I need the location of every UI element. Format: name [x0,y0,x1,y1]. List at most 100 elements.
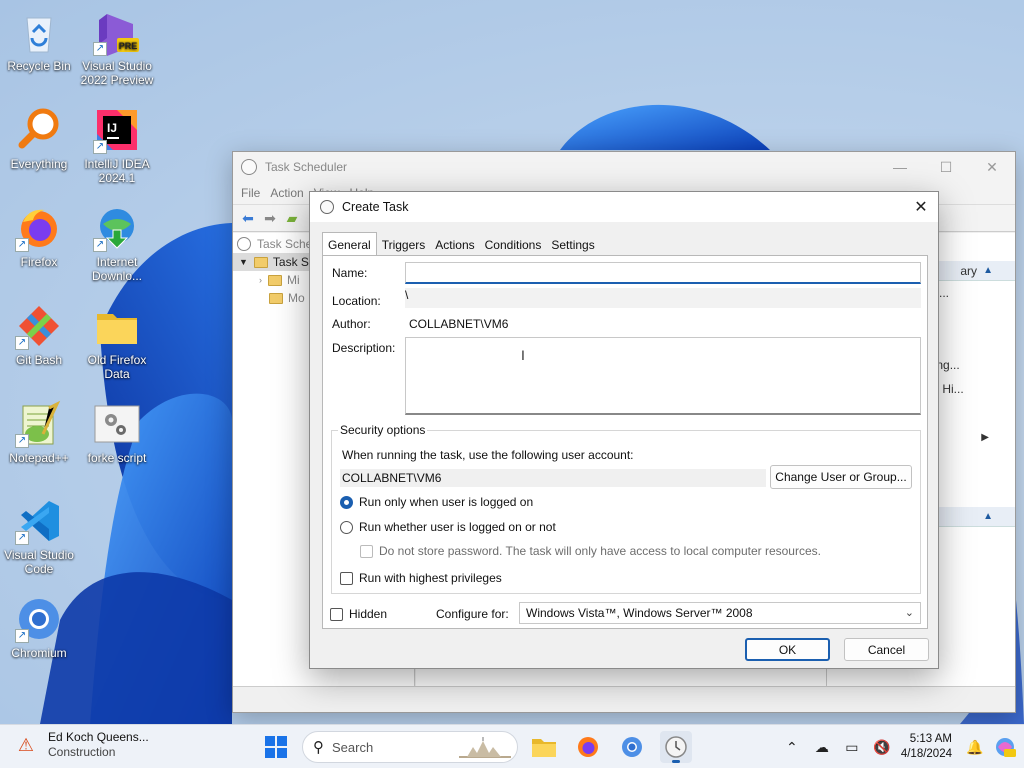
search-placeholder: Search [332,739,374,755]
dialog-titlebar[interactable]: Create Task [310,192,938,222]
desktop-icon-chromium[interactable]: ↗ Chromium [0,595,79,660]
desktop-icon-git-bash[interactable]: ↗ Git Bash [0,302,79,367]
general-tab-panel: Name: Location: \ Author: COLLABNET\VM6 … [322,255,928,629]
chevron-down-icon[interactable]: ▼ [239,257,248,267]
checkbox-label: Run with highest privileges [359,571,502,585]
desktop-icon-label: Old Firefox Data [87,353,147,381]
desktop-icon-label: IntelliJ IDEA 2024.1 [84,157,150,185]
desktop-icon-everything[interactable]: Everything [0,106,79,171]
cancel-button[interactable]: Cancel [844,638,929,661]
clock-date: 4/18/2024 [900,748,952,760]
ok-button[interactable]: OK [745,638,830,661]
close-icon: ✕ [914,199,928,216]
tree-label: Task S [272,255,309,269]
user-account-field: COLLABNET\VM6 [340,469,766,487]
minimize-button[interactable]: — [877,152,923,182]
maximize-button[interactable]: ☐ [923,152,969,182]
desktop-icon-label: Visual Studio Code [4,548,74,576]
taskbar-search[interactable]: ⚲ Search [302,731,518,763]
news-widget[interactable]: ⚠ Ed Koch Queens... Construction [14,730,149,760]
configure-for-label: Configure for: [436,607,509,621]
copilot-preview-icon[interactable] [990,732,1020,762]
desktop-icon-firefox[interactable]: ↗ Firefox [0,204,79,269]
desktop-icon-intellij[interactable]: IJ ↗ IntelliJ IDEA 2024.1 [77,106,157,185]
taskbar-file-explorer[interactable] [528,731,560,763]
security-options-title: Security options [338,423,428,437]
collapse-up-icon[interactable]: ▲ [983,511,993,522]
chevron-up-icon[interactable]: ⌃ [777,732,807,762]
checkbox-icon [330,607,343,621]
recycle-bin-icon [26,17,52,53]
shortcut-arrow-icon: ↗ [93,140,107,154]
tab-conditions[interactable]: Conditions [480,234,547,256]
news-subtitle: Construction [48,745,116,759]
desktop-icon-notepad-plus-plus[interactable]: ↗ Notepad++ [0,400,79,465]
desktop-icon-recycle-bin[interactable]: Recycle Bin [0,8,79,73]
task-scheduler-titlebar[interactable]: Task Scheduler — ☐ ✕ [233,152,1015,182]
close-button[interactable]: ✕ [969,152,1015,182]
description-input[interactable] [405,337,921,415]
author-value: COLLABNET\VM6 [409,317,509,331]
menu-file[interactable]: File [241,186,260,200]
user-account-value: COLLABNET\VM6 [342,471,442,485]
radio-run-whether-logged-on[interactable]: Run whether user is logged on or not [340,520,556,534]
desktop-icon-label: Internet Downlo... [91,255,143,283]
up-folder-icon[interactable]: ▰ [281,208,303,228]
display-icon[interactable]: ▭ [837,732,867,762]
back-arrow-icon[interactable]: ⬅ [237,208,259,228]
name-input[interactable] [405,262,921,284]
checkbox-run-highest-privileges[interactable]: Run with highest privileges [340,571,502,585]
desktop-icon-label: Notepad++ [9,451,69,465]
desktop-icon-forke-script[interactable]: forke script [77,400,157,465]
everything-search-icon [18,108,59,149]
desktop-icon-visual-studio-preview[interactable]: PRE ↗ Visual Studio 2022 Preview [77,8,157,87]
tab-actions[interactable]: Actions [430,234,479,256]
dialog-close-button[interactable]: ✕ [908,194,934,220]
taskbar-task-scheduler[interactable] [660,731,692,763]
radio-label: Run only when user is logged on [359,495,534,509]
shortcut-arrow-icon: ↗ [93,42,107,56]
taskbar: ⚠ Ed Koch Queens... Construction ⚲ Searc… [0,724,1024,768]
name-label: Name: [332,266,368,280]
tab-settings[interactable]: Settings [546,234,599,256]
start-button[interactable] [260,731,292,763]
configure-for-value: Windows Vista™, Windows Server™ 2008 [526,606,753,620]
shortcut-arrow-icon: ↗ [15,629,29,643]
folder-icon [97,314,137,344]
window-title: Task Scheduler [265,160,348,174]
desktop-icon-old-firefox-data[interactable]: Old Firefox Data [77,302,157,381]
forward-arrow-icon[interactable]: ➡ [259,208,281,228]
configure-for-dropdown[interactable]: Windows Vista™, Windows Server™ 2008 ⌄ [519,602,921,624]
taskbar-chromium[interactable] [616,731,648,763]
cloud-offline-icon[interactable]: ☁ [807,732,837,762]
shortcut-arrow-icon: ↗ [15,531,29,545]
desktop-icon-label: Everything [10,157,68,171]
clock[interactable]: 5:13 AM 4/18/2024 [901,732,952,762]
chevron-right-icon[interactable]: › [259,275,262,285]
create-task-dialog[interactable]: Create Task ✕ General Triggers Actions C… [309,191,939,669]
tab-triggers[interactable]: Triggers [377,234,431,256]
change-user-or-group-button[interactable]: Change User or Group... [770,465,912,489]
desktop-icon-vscode[interactable]: ↗ Visual Studio Code [0,497,79,576]
chevron-down-icon: ⌄ [904,607,914,619]
windows-logo-icon [265,736,287,758]
checkbox-label: Hidden [349,607,388,621]
folder-icon [269,292,283,304]
volume-muted-icon[interactable]: 🔇 [867,732,897,762]
desktop-icon-idm[interactable]: ↗ Internet Downlo... [77,204,157,283]
desktop-icon-label: forke script [87,451,147,465]
checkbox-hidden[interactable]: Hidden [330,607,387,621]
location-value: \ [405,288,409,302]
checkbox-do-not-store-password: Do not store password. The task will onl… [360,544,821,558]
menu-action[interactable]: Action [270,186,303,200]
radio-selected-icon [340,495,353,509]
desktop-icon-label: Git Bash [15,353,63,367]
radio-run-only-logged-on[interactable]: Run only when user is logged on [340,495,533,509]
taskbar-firefox[interactable] [572,731,604,763]
notification-bell-icon[interactable]: 🔔 [960,732,990,762]
dialog-title: Create Task [342,200,409,214]
system-tray: ⌃ ☁ ▭ 🔇 5:13 AM 4/18/2024 🔔 [777,725,1024,768]
collapse-up-icon[interactable]: ▲ [983,265,993,276]
tab-general[interactable]: General [322,232,377,256]
description-label: Description: [332,341,396,355]
